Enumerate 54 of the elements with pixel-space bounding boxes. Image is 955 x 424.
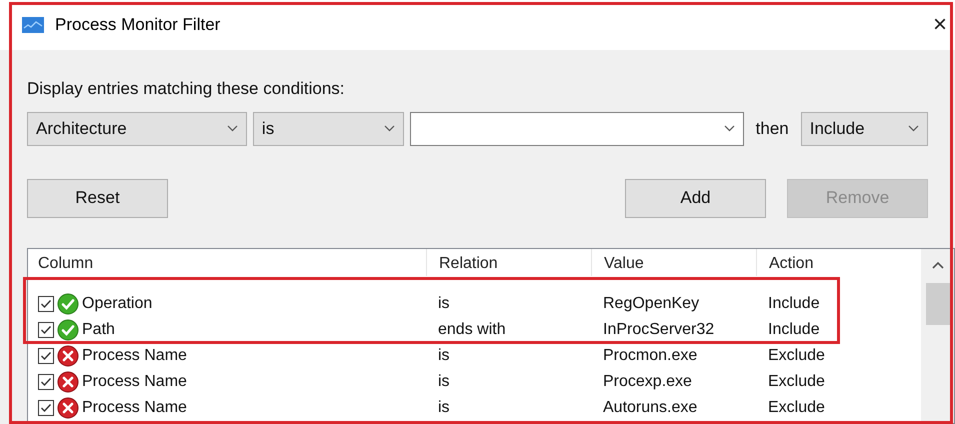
table-cell-text: is (437, 346, 451, 366)
column-header[interactable]: Relation (426, 248, 591, 276)
dropdown-value: is (262, 118, 274, 140)
close-button[interactable]: × (928, 13, 951, 37)
cross-circle-icon (57, 344, 79, 366)
window-title: Process Monitor Filter (55, 14, 220, 36)
scroll-thumb[interactable] (926, 282, 950, 324)
table-cell-text: Exclude (767, 346, 826, 366)
table-cell-text: Exclude (767, 372, 826, 392)
table-cell-text: is (437, 398, 451, 418)
chevron-down-icon (908, 125, 919, 132)
checkbox[interactable] (38, 374, 54, 390)
chevron-down-icon (724, 125, 735, 132)
table-cell-text: InProcServer32 (602, 320, 716, 340)
table-cell-text: Autoruns.exe (602, 398, 698, 418)
table-cell-text: Process Name (82, 398, 187, 418)
scrollbar[interactable] (921, 248, 954, 423)
table-cell-text: Procexp.exe (602, 372, 693, 392)
checkbox[interactable] (38, 296, 54, 312)
checkbox[interactable] (38, 400, 54, 416)
cross-circle-icon (57, 370, 79, 392)
check-circle-icon (57, 318, 79, 340)
table-cell-text: Process Name (82, 346, 187, 366)
column-header[interactable]: Column (38, 248, 426, 276)
chevron-down-icon (226, 125, 238, 132)
dialog-button[interactable]: Reset (27, 178, 168, 218)
scroll-up-icon[interactable] (932, 260, 944, 268)
column-dropdown[interactable]: Architecture (27, 112, 247, 146)
check-circle-icon (57, 292, 79, 314)
cross-circle-icon (57, 396, 79, 418)
table-cell-text: is (437, 372, 451, 392)
action-dropdown[interactable]: Include (800, 112, 928, 146)
checkbox[interactable] (38, 348, 54, 364)
column-header[interactable]: Value (591, 248, 756, 276)
then-label: then (756, 118, 789, 140)
table-cell-text: RegOpenKey (602, 294, 700, 314)
monitor-icon (22, 17, 44, 33)
checkbox[interactable] (38, 322, 54, 338)
dropdown-value: Architecture (36, 118, 127, 140)
table-cell-text: ends with (437, 320, 507, 340)
value-combo[interactable] (410, 112, 744, 146)
table-cell-text: is (437, 294, 451, 314)
dropdown-value: Include (810, 118, 865, 140)
table-cell-text: Exclude (767, 398, 826, 418)
dialog-button[interactable]: Add (625, 178, 766, 218)
table-cell-text: Include (767, 294, 821, 314)
relation-dropdown[interactable]: is (252, 112, 404, 146)
chevron-down-icon (384, 125, 395, 132)
table-cell-text: Operation (82, 294, 152, 314)
filter-prompt: Display entries matching these conditions: (27, 78, 346, 100)
table-cell-text: Path (82, 320, 115, 340)
table-cell-text: Process Name (82, 372, 187, 392)
table-cell-text: Include (767, 320, 821, 340)
table-cell-text: Procmon.exe (602, 346, 698, 366)
